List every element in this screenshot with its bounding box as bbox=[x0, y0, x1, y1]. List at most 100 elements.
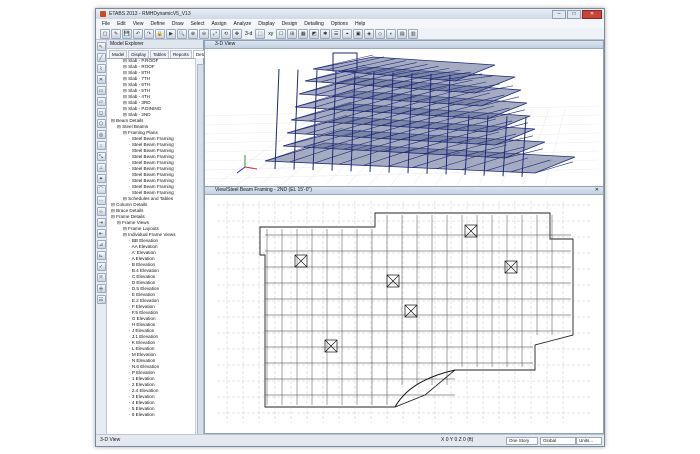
toolbar-tool-icon[interactable]: ✥ bbox=[232, 28, 242, 39]
draw-tool-icon[interactable]: ↕ bbox=[96, 141, 106, 150]
draw-tool-icon[interactable]: ✕ bbox=[96, 75, 106, 84]
toolbar-tool-icon[interactable]: ⊕ bbox=[188, 28, 198, 39]
toolbar-tool-icon[interactable]: ◩ bbox=[309, 28, 320, 39]
toolbar-tool-icon[interactable]: ▣ bbox=[353, 28, 364, 39]
draw-tool-icon[interactable]: ⬡ bbox=[96, 119, 106, 128]
tree-item-label: Frame Views bbox=[122, 220, 149, 225]
draw-tool-icon[interactable]: ⌇ bbox=[96, 64, 106, 73]
tree-item-label: Slab - 8TH bbox=[128, 70, 151, 75]
toolbar-tool-icon[interactable]: ⟲ bbox=[221, 28, 231, 39]
tab-tables[interactable]: Tables bbox=[150, 50, 170, 58]
menu-view[interactable]: View bbox=[133, 21, 144, 27]
menu-bar: File Edit View Define Draw Select Assign Analyz… bbox=[96, 19, 604, 28]
draw-tool-icon[interactable]: ◻ bbox=[96, 108, 106, 117]
tree-item-label: A Elevation bbox=[131, 256, 155, 261]
toolbar-tool-icon[interactable]: ▶ bbox=[166, 28, 176, 39]
toolbar-tool-icon[interactable]: 💾 bbox=[122, 28, 132, 39]
tree-item-label: Steel Beam Framing bbox=[131, 190, 174, 195]
menu-options[interactable]: Options bbox=[331, 21, 348, 27]
units-button[interactable]: Units... bbox=[576, 437, 602, 445]
scroll-thumb[interactable] bbox=[197, 64, 204, 446]
draw-tool-icon[interactable]: ☷ bbox=[96, 295, 106, 304]
tree-item-label: Slab - P.DINING bbox=[128, 106, 162, 111]
menu-detailing[interactable]: Detailing bbox=[304, 21, 323, 27]
menu-draw[interactable]: Draw bbox=[172, 21, 184, 27]
draw-tool-icon[interactable]: ↖ bbox=[96, 42, 106, 51]
coord-system-dropdown[interactable]: Global bbox=[540, 437, 576, 445]
draw-tool-icon[interactable]: ╪ bbox=[96, 284, 106, 293]
toolbar-tool-icon[interactable]: 🔒 bbox=[155, 28, 165, 39]
toolbar-tool-icon[interactable]: ▦ bbox=[298, 28, 309, 39]
maximize-icon[interactable]: □ bbox=[567, 10, 581, 19]
plan-view-pane[interactable]: View/Steel Beam Framing - 2ND (EL 15'-0"… bbox=[204, 186, 604, 434]
draw-tool-icon[interactable]: ✦ bbox=[96, 174, 106, 183]
toolbar-tool-icon[interactable]: ▢ bbox=[100, 28, 110, 39]
menu-assign[interactable]: Assign bbox=[211, 21, 226, 27]
draw-tool-icon[interactable]: ⊾ bbox=[96, 251, 106, 260]
draw-tool-icon[interactable]: ⋯ bbox=[96, 196, 106, 205]
toolbar-tool-icon[interactable]: ✎ bbox=[111, 28, 121, 39]
plan-view-button[interactable]: xy bbox=[266, 31, 275, 37]
3d-model-canvas[interactable] bbox=[205, 49, 599, 185]
view-3d-button[interactable]: 3-d bbox=[243, 31, 254, 37]
tree-item-label: K Elevation bbox=[131, 340, 156, 345]
view-3d-title-bar: 3-D View bbox=[205, 41, 603, 49]
draw-tool-icon[interactable]: ◎ bbox=[96, 130, 106, 139]
tab-display[interactable]: Display bbox=[128, 50, 150, 58]
toolbar-tool-icon[interactable]: ⌖ bbox=[342, 28, 353, 39]
menu-select[interactable]: Select bbox=[191, 21, 205, 27]
toolbar-tool-icon[interactable]: ⤢ bbox=[210, 28, 220, 39]
toolbar-tool-icon[interactable]: ⊞ bbox=[287, 28, 298, 39]
toolbar-tool-icon[interactable]: ⊖ bbox=[199, 28, 209, 39]
explorer-scrollbar[interactable] bbox=[195, 58, 204, 446]
toolbar-tool-icon[interactable]: ↷ bbox=[144, 28, 154, 39]
tree-item-label: P Elevation bbox=[131, 370, 155, 375]
draw-tool-icon[interactable]: ⊥ bbox=[96, 163, 106, 172]
toolbar-tool-icon[interactable]: ☰ bbox=[331, 28, 342, 39]
tree-item[interactable]: · 6 Elevation bbox=[107, 412, 195, 418]
toolbar-tool-icon[interactable]: ◈ bbox=[364, 28, 375, 39]
toolbar-tool-icon[interactable]: ▥ bbox=[408, 28, 419, 39]
toolbar-tool-icon[interactable]: ✱ bbox=[320, 28, 331, 39]
view-3d-pane[interactable]: 3-D View bbox=[204, 40, 604, 187]
pane-close-icon[interactable]: ✕ bbox=[595, 187, 599, 194]
draw-tool-icon[interactable]: ⤡ bbox=[96, 152, 106, 161]
toolbar-tool-icon[interactable]: ◐ bbox=[386, 28, 397, 39]
draw-tool-icon[interactable]: ⇤ bbox=[96, 229, 106, 238]
menu-design[interactable]: Design bbox=[282, 21, 298, 27]
draw-tool-icon[interactable]: ⊹ bbox=[96, 207, 106, 216]
menu-analyze[interactable]: Analyze bbox=[233, 21, 251, 27]
menu-display[interactable]: Display bbox=[258, 21, 274, 27]
menu-file[interactable]: File bbox=[102, 21, 110, 27]
draw-tool-icon[interactable]: ▱ bbox=[96, 97, 106, 106]
menu-help[interactable]: Help bbox=[355, 21, 365, 27]
tree-item-label: H Elevation bbox=[131, 322, 156, 327]
toolbar-tool-icon[interactable]: ☐ bbox=[276, 28, 287, 39]
toolbar-tool-icon[interactable]: ◇ bbox=[375, 28, 386, 39]
draw-tool-icon[interactable]: ✓ bbox=[96, 262, 106, 271]
draw-tool-icon[interactable]: ⊿ bbox=[96, 240, 106, 249]
menu-define[interactable]: Define bbox=[150, 21, 164, 27]
tab-model[interactable]: Model bbox=[109, 50, 128, 58]
minimize-icon[interactable]: – bbox=[552, 10, 566, 19]
draw-tool-icon[interactable]: ╱ bbox=[96, 53, 106, 62]
tree-item-label: Steel Beam Framing bbox=[131, 178, 174, 183]
menu-edit[interactable]: Edit bbox=[117, 21, 126, 27]
toolbar-tool-icon[interactable]: ▤ bbox=[397, 28, 408, 39]
draw-tool-icon[interactable]: ▭ bbox=[96, 86, 106, 95]
tree-item-label: E.2 Elevation bbox=[131, 298, 159, 303]
toolbar-tool-icon[interactable]: ↶ bbox=[133, 28, 143, 39]
tree-item-label: Steel Beam Framing bbox=[131, 136, 174, 141]
framing-plan-canvas[interactable] bbox=[205, 195, 599, 433]
story-mode-dropdown[interactable]: One Story bbox=[506, 437, 538, 445]
toolbar-tool-icon[interactable]: 🔍 bbox=[177, 28, 187, 39]
tree-item-label: Steel Beam Framing bbox=[131, 166, 174, 171]
tree-item-label: Slab - 6TH bbox=[128, 82, 151, 87]
toolbar-tool-icon[interactable]: ⬚ bbox=[255, 28, 266, 39]
draw-tool-icon[interactable]: ⇥ bbox=[96, 218, 106, 227]
draw-tool-icon[interactable]: ⤧ bbox=[96, 273, 106, 282]
grid-line bbox=[544, 108, 566, 185]
draw-tool-icon[interactable]: ⌒ bbox=[96, 185, 106, 194]
close-icon[interactable]: ✕ bbox=[582, 10, 602, 19]
tab-reports[interactable]: Reports bbox=[170, 50, 192, 58]
